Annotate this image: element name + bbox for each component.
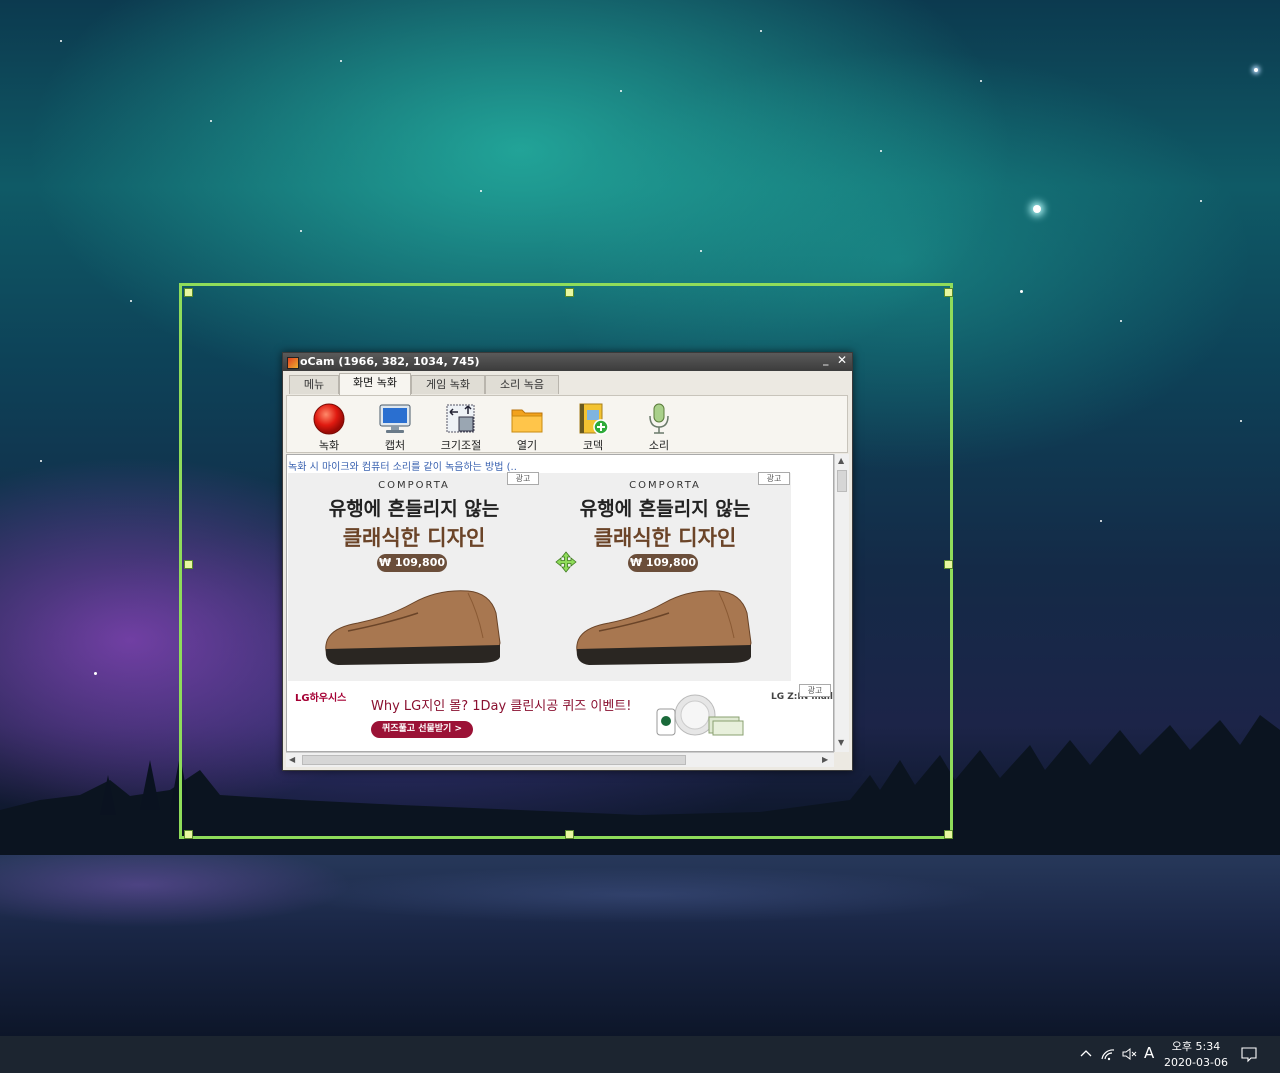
ad-tag[interactable]: 광고: [799, 684, 831, 697]
help-link[interactable]: 녹화 시 마이크와 컴퓨터 소리를 같이 녹음하는 방법 (..: [288, 458, 517, 473]
vertical-scrollbar[interactable]: ▲ ▼: [834, 454, 849, 752]
ocam-app-icon: [287, 357, 299, 369]
microphone-icon: [649, 403, 669, 434]
sound-button[interactable]: 소리: [629, 399, 689, 453]
star: [94, 672, 97, 675]
resize-handle-bottom-right[interactable]: [944, 830, 953, 839]
bright-star: [1033, 205, 1041, 213]
star: [340, 60, 342, 62]
speaker-muted-icon[interactable]: [1120, 1045, 1138, 1063]
ime-indicator[interactable]: A: [1144, 1044, 1154, 1062]
resize-handle-left[interactable]: [184, 560, 193, 569]
record-icon: [313, 403, 345, 435]
star: [40, 460, 42, 462]
scroll-left-arrow-icon[interactable]: ◀: [289, 755, 295, 764]
resize-handle-right[interactable]: [944, 560, 953, 569]
scrollbar-thumb[interactable]: [837, 470, 847, 492]
open-label: 열기: [516, 439, 538, 452]
record-label: 녹화: [318, 439, 340, 452]
star: [760, 30, 762, 32]
star: [620, 90, 622, 92]
folder-icon: [511, 409, 543, 433]
ad-headline: 유행에 흔들리지 않는: [579, 498, 751, 520]
star: [60, 40, 62, 42]
resize-handle-top-right[interactable]: [944, 288, 953, 297]
title-bar[interactable]: oCam (1966, 382, 1034, 745) _ ✕: [283, 353, 852, 371]
resize-label: 크기조절: [440, 439, 482, 452]
ad-subheadline: 클래식한 디자인: [342, 526, 486, 550]
resize-handle-bottom[interactable]: [565, 830, 574, 839]
tab-game-record[interactable]: 게임 녹화: [411, 375, 485, 394]
star: [1254, 68, 1258, 72]
ad-subheadline: 클래식한 디자인: [593, 526, 737, 550]
taskbar: A 오후 5:34 2020-03-06: [0, 1036, 1280, 1073]
scroll-right-arrow-icon[interactable]: ▶: [822, 755, 828, 764]
ad-brand: COMPORTA: [378, 480, 450, 491]
star: [1120, 320, 1122, 322]
close-button[interactable]: ✕: [837, 353, 847, 367]
star: [1240, 420, 1242, 422]
ad-brand: COMPORTA: [629, 480, 701, 491]
shoe-ad[interactable]: COMPORTA 유행에 흔들리지 않는 클래식한 디자인 ₩ 109,800: [288, 473, 540, 681]
resize-handle-bottom-left[interactable]: [184, 830, 193, 839]
ad-tag[interactable]: 광고: [507, 472, 539, 485]
horizontal-scrollbar[interactable]: ◀ ▶: [286, 752, 834, 767]
resize-handle-top[interactable]: [565, 288, 574, 297]
resize-button[interactable]: 크기조절: [431, 399, 491, 453]
tab-screen-record[interactable]: 화면 녹화: [339, 373, 411, 395]
lg-banner-ad[interactable]: LG하우시스 Why LG지인 몰? 1Day 클린시공 퀴즈 이벤트! 퀴즈풀…: [287, 681, 833, 751]
ad-headline: 유행에 흔들리지 않는: [328, 498, 500, 520]
codec-label: 코덱: [582, 439, 604, 452]
move-cursor-icon[interactable]: [555, 551, 577, 573]
lake-reflection: [0, 855, 1280, 1036]
loafer-shoe-image: [576, 590, 752, 665]
star: [880, 150, 882, 152]
capture-label: 캡처: [384, 439, 406, 452]
star: [980, 80, 982, 82]
codec-icon: [579, 403, 609, 435]
ad-price-badge: ₩ 109,800: [377, 554, 447, 572]
sound-label: 소리: [648, 439, 670, 452]
resize-icon: [446, 404, 475, 433]
scroll-up-arrow-icon[interactable]: ▲: [838, 456, 844, 465]
clock-date: 2020-03-06: [1164, 1056, 1228, 1069]
toolbar: 녹화 캡처 크기조절 열기 코덱 소리: [286, 395, 848, 453]
window-title: oCam (1966, 382, 1034, 745): [300, 355, 480, 368]
codec-button[interactable]: 코덱: [563, 399, 623, 453]
ad-tag[interactable]: 광고: [758, 472, 790, 485]
star: [300, 230, 302, 232]
clock[interactable]: 오후 5:34 2020-03-06: [1160, 1039, 1232, 1071]
star: [1020, 290, 1023, 293]
star: [480, 190, 482, 192]
star: [1200, 200, 1202, 202]
tab-menu[interactable]: 메뉴: [289, 375, 339, 394]
lg-hausys-logo: LG하우시스: [295, 693, 347, 704]
banner-text: Why LG지인 몰? 1Day 클린시공 퀴즈 이벤트!: [371, 699, 632, 714]
loafer-shoe-image: [325, 590, 501, 665]
resize-handle-top-left[interactable]: [184, 288, 193, 297]
star: [210, 120, 212, 122]
open-button[interactable]: 열기: [497, 399, 557, 453]
monitor-icon: [379, 404, 411, 433]
star: [1100, 520, 1102, 522]
shoe-ad[interactable]: COMPORTA 유행에 흔들리지 않는 클래식한 디자인 ₩ 109,800: [539, 473, 791, 681]
ad-price-badge: ₩ 109,800: [628, 554, 698, 572]
tab-audio-record[interactable]: 소리 녹음: [485, 375, 559, 394]
notification-icon[interactable]: [1240, 1045, 1258, 1063]
quiz-button[interactable]: 퀴즈풀고 선물받기 >: [371, 721, 473, 738]
star: [700, 250, 702, 252]
record-button[interactable]: 녹화: [299, 399, 359, 453]
star: [130, 300, 132, 302]
clock-time: 오후 5:34: [1171, 1040, 1221, 1053]
chevron-up-icon[interactable]: [1077, 1045, 1095, 1063]
capture-button[interactable]: 캡처: [365, 399, 425, 453]
network-icon[interactable]: [1099, 1045, 1117, 1063]
coffee-gift-image: [656, 694, 744, 736]
scroll-down-arrow-icon[interactable]: ▼: [838, 738, 844, 747]
ad-content-area: 녹화 시 마이크와 컴퓨터 소리를 같이 녹음하는 방법 (.. COMPORT…: [286, 454, 834, 752]
scrollbar-thumb[interactable]: [302, 755, 686, 765]
minimize-button[interactable]: _: [823, 353, 829, 366]
tab-bar: 메뉴 화면 녹화 게임 녹화 소리 녹음: [287, 373, 847, 395]
